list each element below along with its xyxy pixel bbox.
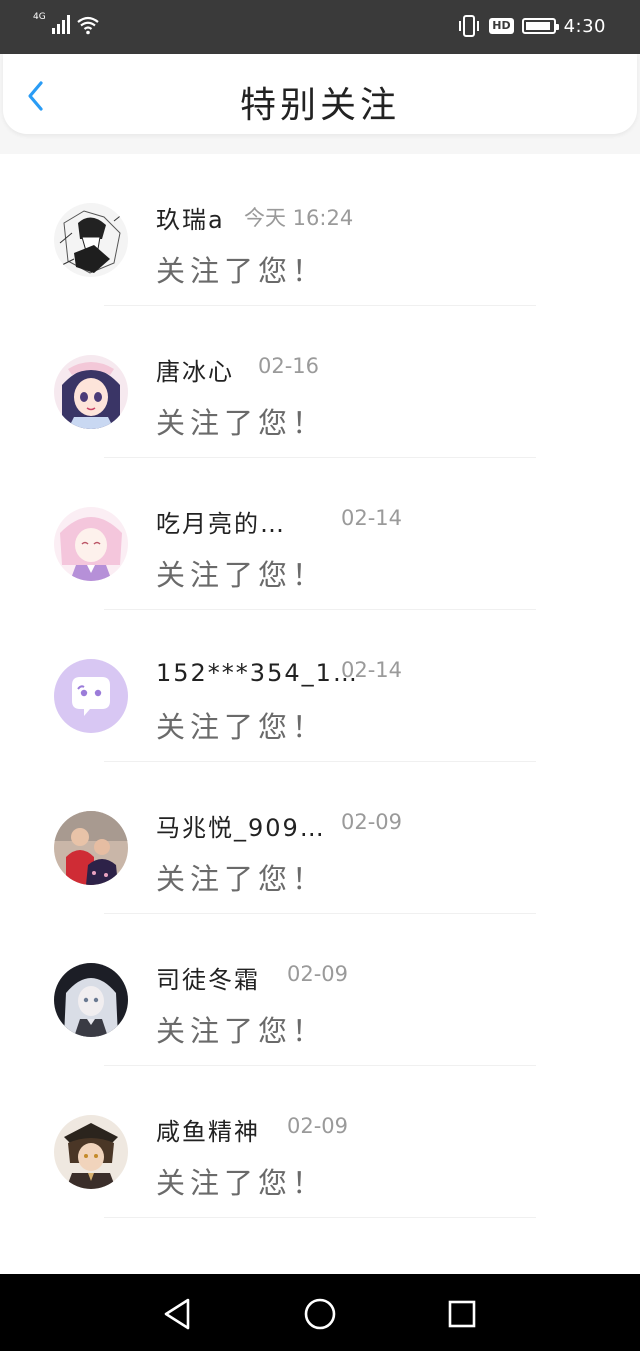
timestamp: 02-09 [341, 810, 403, 834]
system-nav-bar [0, 1274, 640, 1351]
timestamp: 02-16 [258, 354, 320, 378]
timestamp: 02-09 [287, 962, 349, 986]
avatar[interactable] [54, 1115, 128, 1189]
message-text: 关注了您！ [156, 710, 327, 744]
list-item[interactable]: 司徒冬霜 02-09 关注了您！ [0, 914, 640, 1066]
timestamp: 02-09 [287, 1114, 349, 1138]
network-type: 4G [33, 12, 46, 22]
list-item[interactable]: 152***354_1… 02-14 关注了您！ [0, 610, 640, 762]
page-title: 特别关注 [239, 85, 400, 126]
message-text: 关注了您！ [156, 406, 327, 440]
user-name: 唐冰心 [156, 357, 234, 386]
avatar[interactable] [54, 507, 128, 581]
divider [104, 1217, 536, 1218]
back-triangle-icon [164, 1298, 190, 1330]
follow-list[interactable]: 玖瑞a 今天 16:24 关注了您！ 唐冰心 02-16 关注了您！ 吃月亮的…… [0, 154, 640, 1274]
nav-back-button[interactable] [158, 1294, 198, 1334]
avatar[interactable] [54, 355, 128, 429]
header-area: 特别关注 [0, 54, 640, 154]
nav-home-button[interactable] [300, 1294, 340, 1334]
status-right: HD 4:30 [457, 15, 606, 37]
user-name: 马兆悦_909… [156, 813, 326, 842]
avatar[interactable] [54, 963, 128, 1037]
message-text: 关注了您！ [156, 558, 327, 592]
message-text: 关注了您！ [156, 862, 327, 896]
message-text: 关注了您！ [156, 1166, 327, 1200]
battery-icon [521, 18, 559, 34]
list-item[interactable]: 唐冰心 02-16 关注了您！ [0, 306, 640, 458]
avatar[interactable] [54, 811, 128, 885]
user-name: 玖瑞a [156, 205, 225, 234]
hd-icon: HD [489, 18, 514, 34]
timestamp: 02-14 [341, 506, 403, 530]
timestamp: 今天 16:24 [244, 206, 354, 230]
status-left: 4G [33, 12, 100, 35]
avatar[interactable] [54, 203, 128, 277]
recents-square-icon [448, 1300, 476, 1328]
status-bar: 4G HD 4:30 [0, 0, 640, 54]
user-name: 司徒冬霜 [156, 965, 260, 994]
message-text: 关注了您！ [156, 1014, 327, 1048]
list-item[interactable]: 马兆悦_909… 02-09 关注了您！ [0, 762, 640, 914]
nav-recents-button[interactable] [442, 1294, 482, 1334]
user-name: 吃月亮的… [156, 509, 286, 538]
timestamp: 02-14 [341, 658, 403, 682]
user-name: 咸鱼精神 [156, 1117, 260, 1146]
message-text: 关注了您！ [156, 254, 327, 288]
list-item[interactable]: 吃月亮的… 02-14 关注了您！ [0, 458, 640, 610]
list-item[interactable]: 玖瑞a 今天 16:24 关注了您！ [0, 154, 640, 306]
signal-icon [51, 14, 70, 34]
header: 特别关注 [3, 54, 637, 134]
list-item[interactable]: 咸鱼精神 02-09 关注了您！ [0, 1066, 640, 1218]
avatar[interactable] [54, 659, 128, 733]
clock: 4:30 [563, 15, 606, 37]
home-circle-icon [304, 1298, 336, 1330]
vibrate-icon [459, 15, 480, 37]
user-name: 152***354_1… [156, 659, 359, 687]
wifi-icon [77, 16, 99, 35]
